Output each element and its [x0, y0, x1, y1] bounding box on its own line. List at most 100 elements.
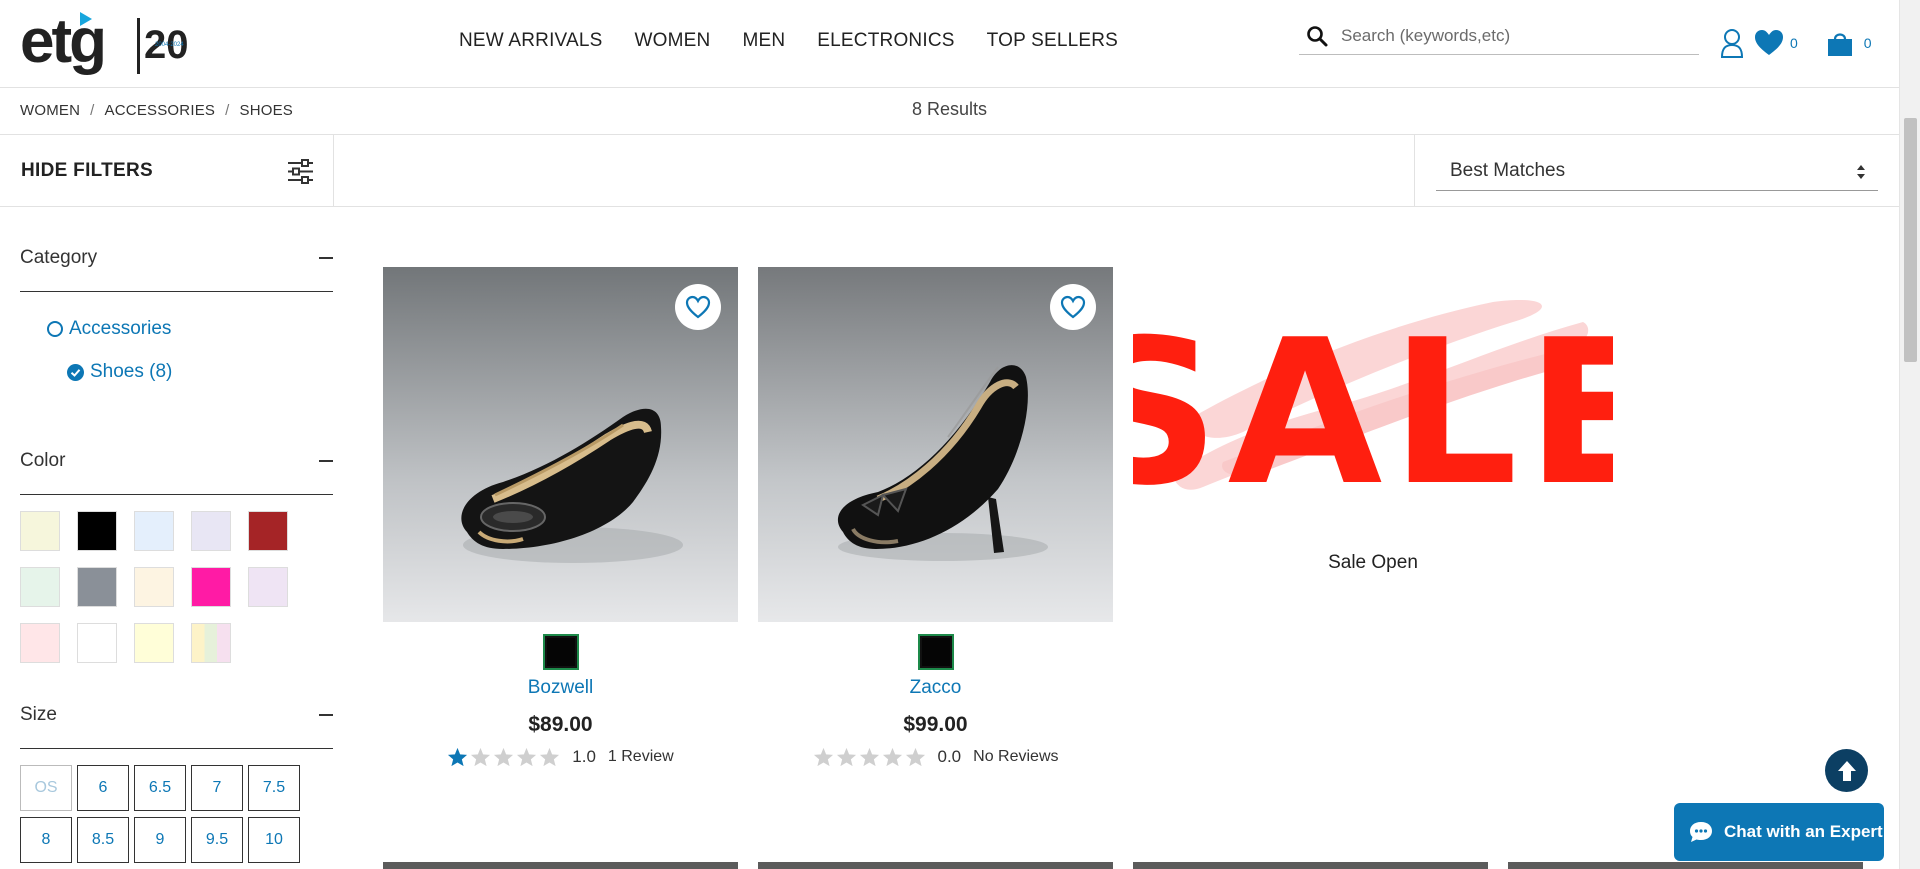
color-swatch[interactable]	[191, 511, 231, 551]
wishlist-button[interactable]	[675, 284, 721, 330]
nav-women[interactable]: WOMEN	[635, 30, 711, 52]
color-swatch[interactable]	[191, 623, 231, 663]
color-swatch[interactable]	[20, 623, 60, 663]
review-count[interactable]: 1 Review	[608, 748, 674, 766]
color-facet: Color	[20, 427, 333, 681]
size-option[interactable]: 6.5	[134, 765, 186, 811]
breadcrumb-separator: /	[90, 102, 95, 119]
nav-top-sellers[interactable]: TOP SELLERS	[987, 30, 1118, 52]
svg-text:2004-2024: 2004-2024	[155, 42, 184, 48]
sort-select[interactable]: Best Matches	[1436, 151, 1878, 191]
shopping-bag-icon[interactable]	[1826, 29, 1854, 57]
size-option[interactable]: 9	[134, 817, 186, 863]
filter-sidebar: Category Accessories Shoes (8) Color Siz…	[20, 207, 334, 863]
rating-value: 0.0	[937, 747, 962, 766]
color-swatch[interactable]	[20, 567, 60, 607]
star-rating	[447, 747, 560, 767]
svg-text:SALE: SALE	[1133, 297, 1613, 530]
collapse-minus-icon[interactable]	[319, 257, 333, 259]
sort-selected-value: Best Matches	[1450, 159, 1566, 181]
back-to-top-button[interactable]	[1825, 749, 1868, 792]
size-option[interactable]: 7.5	[248, 765, 300, 811]
color-swatch[interactable]	[77, 511, 117, 551]
category-option-accessories[interactable]: Accessories	[47, 314, 333, 344]
size-facet-title: Size	[20, 704, 57, 725]
color-swatch[interactable]	[77, 567, 117, 607]
category-facet-title: Category	[20, 247, 98, 268]
product-rating: 1.0 1 Review	[383, 747, 738, 767]
product-image-next-row	[1133, 862, 1488, 869]
breadcrumb-accessories[interactable]: ACCESSORIES	[105, 102, 216, 119]
etg-logo[interactable]: etg 20 2004-2024	[20, 6, 200, 84]
color-swatch[interactable]	[77, 623, 117, 663]
product-image[interactable]	[383, 267, 738, 622]
size-grid: OS 6 6.5 7 7.5 8 8.5 9 9.5 10	[20, 749, 333, 863]
chat-bubble-icon	[1690, 822, 1712, 842]
size-option[interactable]: 8.5	[77, 817, 129, 863]
color-swatch[interactable]	[20, 511, 60, 551]
hide-filters-button[interactable]: HIDE FILTERS	[0, 135, 334, 206]
color-facet-header[interactable]: Color	[20, 427, 333, 495]
sort-arrows-icon	[1857, 165, 1865, 179]
color-swatch[interactable]	[134, 567, 174, 607]
chat-with-expert-button[interactable]: Chat with an Expert	[1674, 803, 1884, 861]
nav-men[interactable]: MEN	[742, 30, 785, 52]
nav-electronics[interactable]: ELECTRONICS	[817, 30, 954, 52]
star-icon	[540, 747, 560, 767]
category-facet-header[interactable]: Category	[20, 207, 333, 292]
arrow-up-icon	[1837, 760, 1856, 781]
results-count: 8 Results	[912, 99, 988, 119]
color-swatch[interactable]	[191, 567, 231, 607]
sliders-icon	[288, 159, 313, 184]
search-input[interactable]	[1341, 26, 1681, 46]
nav-new-arrivals[interactable]: NEW ARRIVALS	[459, 30, 603, 52]
scrollbar-thumb[interactable]	[1904, 118, 1917, 362]
radio-unchecked-icon	[47, 321, 63, 337]
collapse-minus-icon[interactable]	[319, 460, 333, 462]
heart-icon[interactable]	[1754, 29, 1784, 57]
star-icon	[859, 747, 879, 767]
size-option[interactable]: 7	[191, 765, 243, 811]
breadcrumb-shoes[interactable]: SHOES	[239, 102, 293, 119]
product-rating: 0.0 No Reviews	[758, 747, 1113, 767]
product-image[interactable]	[758, 267, 1113, 622]
size-option[interactable]: 10	[248, 817, 300, 863]
size-option[interactable]: 6	[77, 765, 129, 811]
color-swatch[interactable]	[248, 511, 288, 551]
size-option[interactable]: OS	[20, 765, 72, 811]
product-card: Zacco $99.00 0.0 No Reviews	[758, 267, 1113, 767]
main-nav: NEW ARRIVALS WOMEN MEN ELECTRONICS TOP S…	[459, 30, 1118, 52]
chat-label: Chat with an Expert	[1724, 822, 1883, 841]
wishlist-button[interactable]	[1050, 284, 1096, 330]
star-icon	[517, 747, 537, 767]
page-scrollbar[interactable]	[1899, 0, 1920, 869]
category-option-shoes[interactable]: Shoes (8)	[67, 357, 333, 387]
category-option-label: Shoes (8)	[90, 361, 173, 382]
breadcrumb: WOMEN / ACCESSORIES / SHOES	[20, 102, 293, 119]
search-icon[interactable]	[1305, 24, 1329, 48]
header-icons: 0 0	[1720, 26, 1872, 60]
sale-caption: Sale Open	[1328, 552, 1418, 573]
category-option-label: Accessories	[69, 318, 172, 339]
breadcrumb-women[interactable]: WOMEN	[20, 102, 80, 119]
star-icon	[905, 747, 925, 767]
star-rating	[813, 747, 926, 767]
review-count[interactable]: No Reviews	[973, 748, 1058, 766]
product-name[interactable]: Zacco	[758, 677, 1113, 699]
color-swatch[interactable]	[248, 567, 288, 607]
product-color-swatch[interactable]	[542, 634, 579, 670]
size-option[interactable]: 9.5	[191, 817, 243, 863]
product-name[interactable]: Bozwell	[383, 677, 738, 699]
product-image-next-row	[383, 862, 738, 869]
size-option[interactable]: 8	[20, 817, 72, 863]
color-facet-title: Color	[20, 450, 66, 471]
color-swatch[interactable]	[134, 623, 174, 663]
size-facet-header[interactable]: Size	[20, 681, 333, 749]
product-price: $99.00	[903, 713, 968, 736]
rating-value: 1.0	[572, 747, 596, 766]
collapse-minus-icon[interactable]	[319, 714, 333, 716]
product-color-swatch[interactable]	[917, 634, 954, 670]
color-swatch[interactable]	[134, 511, 174, 551]
account-icon[interactable]	[1720, 28, 1744, 58]
sale-banner[interactable]: SALE	[1133, 267, 1613, 587]
